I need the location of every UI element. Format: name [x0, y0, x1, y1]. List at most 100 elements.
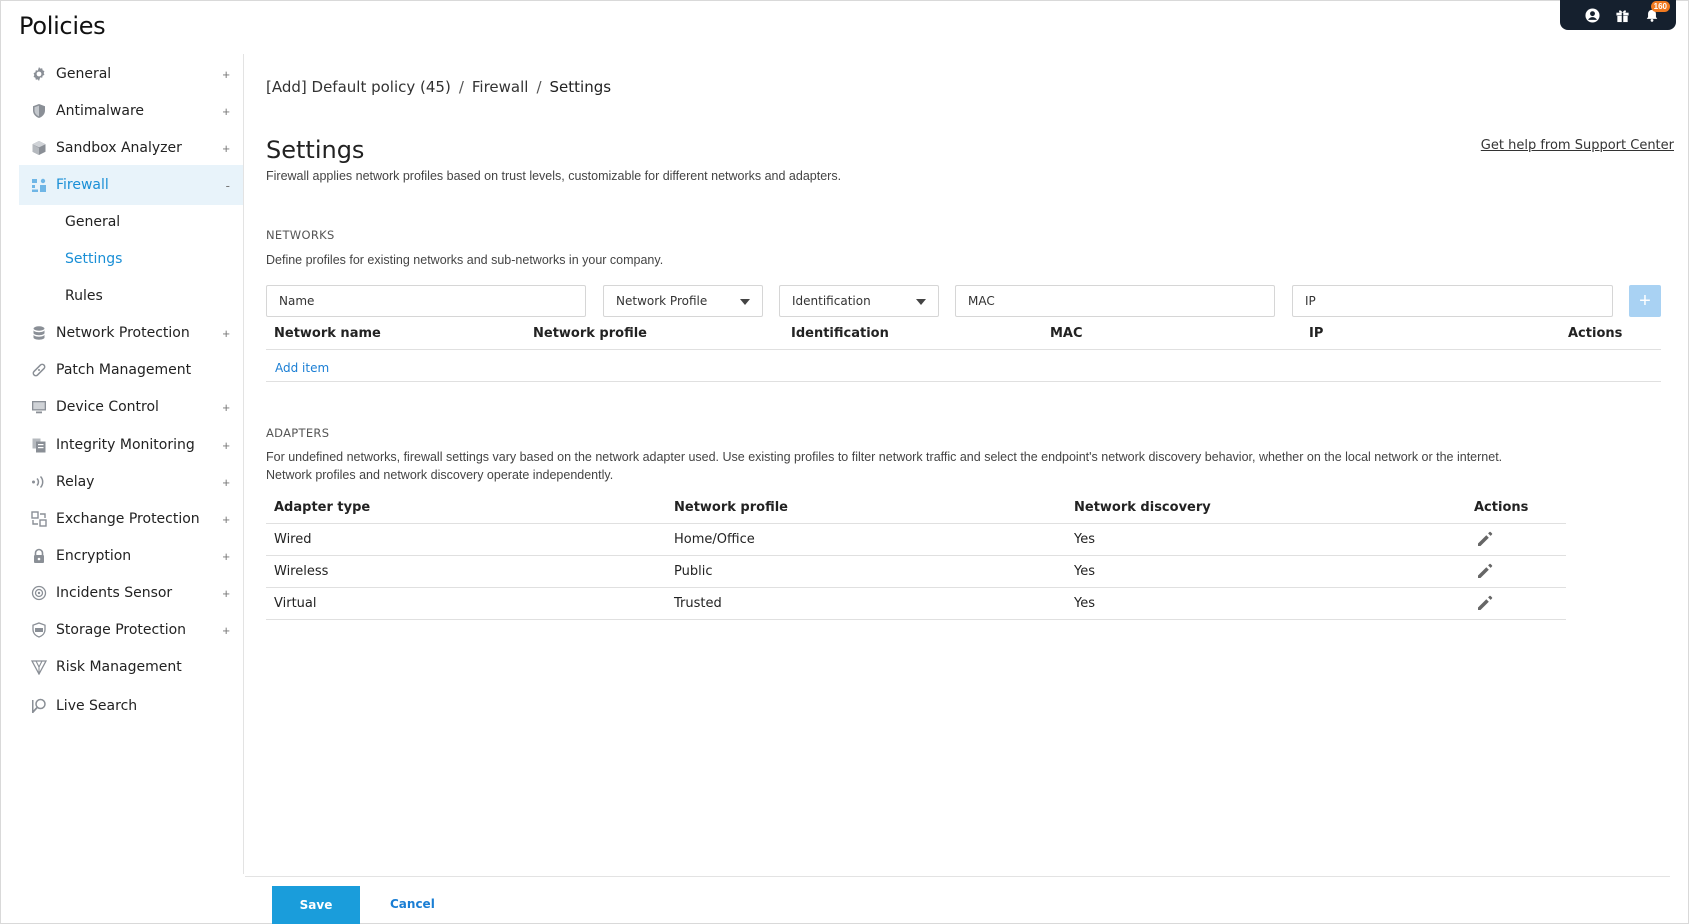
networks-section-title: NETWORKS: [266, 228, 335, 242]
adapter-type-cell: Wireless: [274, 564, 329, 579]
breadcrumb-policy-link[interactable]: [Add] Default policy (45): [266, 78, 451, 96]
table-divider: [266, 349, 1661, 350]
breadcrumb-separator: /: [536, 78, 542, 96]
adapter-type-cell: Wired: [274, 532, 312, 547]
sidebar-item-firewall[interactable]: Firewall -: [19, 165, 243, 205]
sidebar-item-label: Incidents Sensor: [56, 585, 173, 601]
sidebar-item-risk-management[interactable]: Risk Management: [19, 647, 243, 687]
chevron-down-icon: [740, 299, 750, 305]
edit-icon[interactable]: [1476, 530, 1494, 548]
expand-icon[interactable]: +: [222, 586, 230, 601]
name-filter-input[interactable]: [279, 286, 585, 316]
lock-icon: [31, 548, 47, 564]
storage-icon: [31, 622, 47, 638]
mac-filter-input[interactable]: [968, 286, 1274, 316]
sidebar-subitem-label: Rules: [65, 288, 103, 304]
adapters-section-description: For undefined networks, firewall setting…: [266, 448, 1666, 484]
sidebar-item-label: Storage Protection: [56, 622, 187, 638]
adapters-description-line: Network profiles and network discovery o…: [266, 468, 614, 482]
breadcrumb-firewall-link[interactable]: Firewall: [472, 78, 529, 96]
networks-column-header: Network profile: [533, 326, 647, 341]
identification-select-value: Identification: [792, 294, 871, 308]
adapters-column-header: Actions: [1474, 500, 1529, 515]
cancel-button[interactable]: Cancel: [390, 897, 435, 911]
adapters-column-header: Network profile: [674, 500, 788, 515]
expand-icon[interactable]: +: [222, 326, 230, 341]
adapter-profile-cell: Trusted: [674, 596, 722, 611]
sidebar-item-integrity-monitoring[interactable]: Integrity Monitoring +: [19, 425, 243, 465]
table-divider: [266, 555, 1566, 556]
expand-icon[interactable]: +: [222, 623, 230, 638]
sidebar-subitem-rules[interactable]: Rules: [19, 276, 243, 316]
adapters-description-line: For undefined networks, firewall setting…: [266, 450, 1503, 464]
edit-icon[interactable]: [1476, 594, 1494, 612]
sidebar-item-network-protection[interactable]: Network Protection +: [19, 313, 243, 353]
network-profile-select[interactable]: Network Profile: [603, 285, 763, 317]
adapter-profile-cell: Public: [674, 564, 713, 579]
sidebar-item-label: Firewall: [56, 177, 109, 193]
add-item-link[interactable]: Add item: [275, 361, 329, 375]
expand-icon[interactable]: +: [222, 400, 230, 415]
sidebar-item-label: Device Control: [56, 399, 159, 415]
adapters-column-header: Adapter type: [274, 500, 371, 515]
settings-title: Settings: [266, 136, 365, 164]
identification-select[interactable]: Identification: [779, 285, 939, 317]
name-filter-field[interactable]: [266, 285, 586, 317]
expand-icon[interactable]: +: [222, 141, 230, 156]
networks-column-header: Actions: [1568, 326, 1623, 341]
networks-section-description: Define profiles for existing networks an…: [266, 253, 664, 267]
table-divider: [266, 523, 1566, 524]
monitor-icon: [31, 399, 47, 415]
edit-icon[interactable]: [1476, 562, 1494, 580]
sidebar-item-storage-protection[interactable]: Storage Protection +: [19, 610, 243, 650]
sidebar-item-label: Relay: [56, 474, 95, 490]
expand-icon[interactable]: +: [222, 104, 230, 119]
sidebar-item-label: Encryption: [56, 548, 132, 564]
sidebar-item-patch-management[interactable]: Patch Management: [19, 350, 243, 390]
sidebar-item-device-control[interactable]: Device Control +: [19, 387, 243, 427]
sidebar-subitem-settings[interactable]: Settings: [19, 239, 243, 279]
plus-icon: +: [1639, 289, 1651, 312]
sidebar-item-encryption[interactable]: Encryption +: [19, 536, 243, 576]
mac-filter-field[interactable]: [955, 285, 1275, 317]
breadcrumb-separator: /: [458, 78, 464, 96]
settings-description: Firewall applies network profiles based …: [266, 169, 842, 183]
expand-icon[interactable]: +: [222, 438, 230, 453]
cube-icon: [31, 140, 47, 156]
page-title: Policies: [19, 12, 106, 40]
ip-filter-input[interactable]: [1305, 286, 1612, 316]
sidebar-item-label: General: [56, 66, 112, 82]
sidebar-item-label: Antimalware: [56, 103, 145, 119]
expand-icon[interactable]: +: [222, 475, 230, 490]
adapter-discovery-cell: Yes: [1074, 564, 1095, 579]
adapters-column-header: Network discovery: [1074, 500, 1211, 515]
sidebar-item-antimalware[interactable]: Antimalware +: [19, 91, 243, 131]
sidebar-item-general[interactable]: General +: [19, 54, 243, 94]
sidebar-item-sandbox-analyzer[interactable]: Sandbox Analyzer +: [19, 128, 243, 168]
risk-icon: [31, 659, 47, 675]
relay-icon: [31, 474, 47, 490]
bandage-icon: [31, 362, 47, 378]
sidebar-item-live-search[interactable]: Live Search: [19, 686, 243, 726]
support-center-link[interactable]: Get help from Support Center: [1481, 138, 1674, 153]
sidebar-item-relay[interactable]: Relay +: [19, 462, 243, 502]
network-profile-select-value: Network Profile: [616, 294, 708, 308]
breadcrumb-current: Settings: [549, 78, 612, 96]
adapter-discovery-cell: Yes: [1074, 532, 1095, 547]
sidebar: General + Antimalware + Sandbox Analyzer…: [19, 54, 244, 874]
expand-icon[interactable]: +: [222, 67, 230, 82]
sidebar-item-exchange-protection[interactable]: Exchange Protection +: [19, 499, 243, 539]
collapse-icon[interactable]: -: [226, 178, 230, 193]
table-divider: [266, 587, 1566, 588]
expand-icon[interactable]: +: [222, 512, 230, 527]
sidebar-item-incidents-sensor[interactable]: Incidents Sensor +: [19, 573, 243, 613]
firewall-icon: [31, 177, 47, 193]
save-button[interactable]: Save: [272, 886, 360, 924]
expand-icon[interactable]: +: [222, 549, 230, 564]
database-icon: [31, 325, 47, 341]
ip-filter-field[interactable]: [1292, 285, 1613, 317]
networks-column-header: Network name: [274, 326, 381, 341]
sidebar-subitem-general[interactable]: General: [19, 202, 243, 242]
add-network-button[interactable]: +: [1629, 285, 1661, 317]
sidebar-subitem-label: General: [65, 214, 121, 230]
